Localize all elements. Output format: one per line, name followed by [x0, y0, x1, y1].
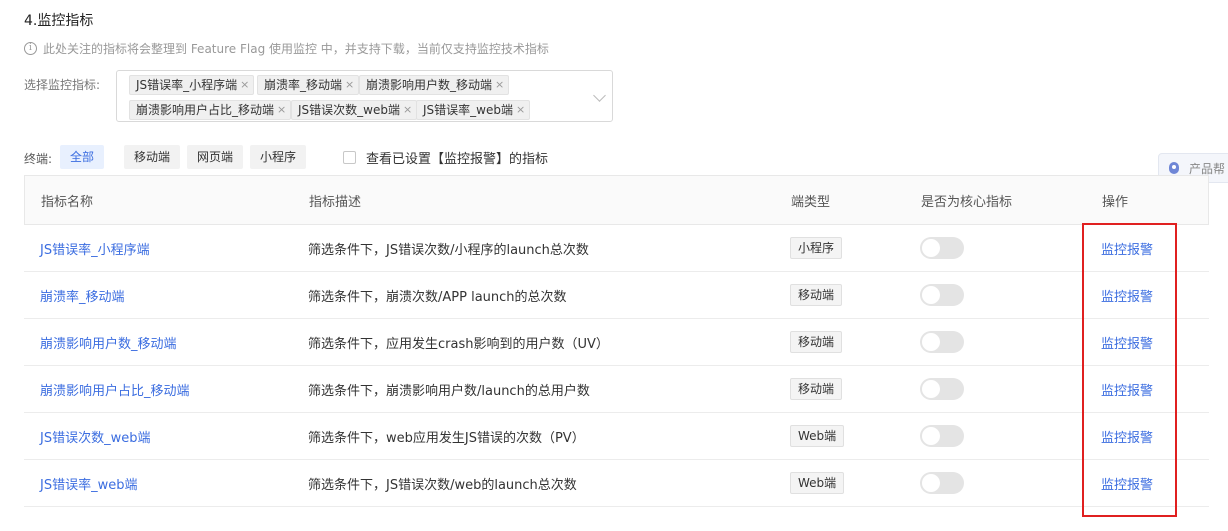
close-icon[interactable]: ×	[516, 100, 525, 120]
platform-badge: 移动端	[790, 331, 843, 353]
core-metric-toggle[interactable]	[920, 284, 964, 306]
core-metric-toggle[interactable]	[920, 425, 964, 447]
table-row: 崩溃影响用户数_移动端 筛选条件下，应用发生crash影响到的用户数（UV） 移…	[24, 319, 1209, 366]
table-row: 崩溃影响用户占比_移动端 筛选条件下，崩溃影响用户数/launch的总用户数 移…	[24, 366, 1209, 413]
platform-badge: 移动端	[790, 284, 843, 306]
core-metric-toggle[interactable]	[920, 237, 964, 259]
core-metric-toggle[interactable]	[920, 331, 964, 353]
close-icon[interactable]: ×	[240, 75, 249, 95]
core-metric-toggle[interactable]	[920, 378, 964, 400]
monitor-alarm-link[interactable]: 监控报警	[1101, 474, 1153, 493]
metric-desc: 筛选条件下，web应用发生JS错误的次数（PV）	[308, 430, 585, 446]
checkbox[interactable]	[343, 151, 356, 164]
header-metric-desc: 指标描述	[309, 194, 362, 210]
platform-badge: 移动端	[790, 378, 843, 400]
metric-name-link[interactable]: JS错误率_web端	[40, 474, 137, 493]
table-row: 崩溃率_移动端 筛选条件下，崩溃次数/APP launch的总次数 移动端 监控…	[24, 272, 1209, 319]
chevron-down-icon[interactable]	[593, 89, 606, 102]
close-icon[interactable]: ×	[277, 100, 286, 120]
alarm-filter-checkbox[interactable]: 查看已设置【监控报警】的指标	[343, 148, 548, 167]
metric-tag: JS错误率_小程序端 ×	[129, 75, 255, 95]
monitor-alarm-link[interactable]: 监控报警	[1101, 427, 1153, 446]
monitor-alarm-link[interactable]: 监控报警	[1101, 333, 1153, 352]
metric-select-label: 选择监控指标:	[24, 78, 101, 92]
metric-name-link[interactable]: 崩溃率_移动端	[40, 286, 125, 305]
product-help-label: 产品帮	[1189, 161, 1226, 176]
header-actions: 操作	[1102, 194, 1129, 210]
metric-tag: JS错误次数_web端 ×	[291, 100, 418, 120]
core-metric-toggle[interactable]	[920, 472, 964, 494]
metric-tag: JS错误率_web端 ×	[416, 100, 531, 120]
platform-badge: 小程序	[790, 237, 843, 259]
header-is-core: 是否为核心指标	[921, 194, 1013, 210]
metric-name-link[interactable]: 崩溃影响用户占比_移动端	[40, 380, 190, 399]
filter-all-button[interactable]: 全部	[60, 145, 105, 169]
metric-desc: 筛选条件下，崩溃次数/APP launch的总次数	[308, 289, 567, 305]
table-row: JS错误次数_web端 筛选条件下，web应用发生JS错误的次数（PV） Web…	[24, 413, 1209, 460]
metric-name-link[interactable]: 崩溃影响用户数_移动端	[40, 333, 177, 352]
filter-web-button[interactable]: 网页端	[187, 145, 244, 169]
monitor-alarm-link[interactable]: 监控报警	[1101, 286, 1153, 305]
filter-miniprogram-button[interactable]: 小程序	[250, 145, 307, 169]
metric-desc: 筛选条件下，JS错误次数/web的launch总次数	[308, 477, 577, 493]
header-metric-name: 指标名称	[41, 194, 94, 210]
platform-badge: Web端	[790, 425, 845, 447]
close-icon[interactable]: ×	[345, 75, 354, 95]
help-icon	[1169, 162, 1179, 174]
section-title: 4.监控指标	[24, 13, 94, 29]
monitor-alarm-link[interactable]: 监控报警	[1101, 380, 1153, 399]
close-icon[interactable]: ×	[403, 100, 412, 120]
platform-badge: Web端	[790, 472, 845, 494]
metrics-table: 指标名称 指标描述 端类型 是否为核心指标 操作 JS错误率_小程序端 筛选条件…	[24, 175, 1209, 507]
table-row: JS错误率_小程序端 筛选条件下，JS错误次数/小程序的launch总次数 小程…	[24, 225, 1209, 272]
info-icon: i	[24, 42, 37, 55]
metric-multiselect[interactable]: JS错误率_小程序端 × 崩溃率_移动端 × 崩溃影响用户数_移动端 × 崩溃影响用户…	[116, 70, 613, 122]
metric-name-link[interactable]: JS错误次数_web端	[40, 427, 150, 446]
metric-tag: 崩溃率_移动端 ×	[257, 75, 360, 95]
metric-tag: 崩溃影响用户数_移动端 ×	[359, 75, 510, 95]
filter-mobile-button[interactable]: 移动端	[124, 145, 181, 169]
metric-desc: 筛选条件下，崩溃影响用户数/launch的总用户数	[308, 383, 590, 399]
table-header: 指标名称 指标描述 端类型 是否为核心指标 操作	[24, 175, 1209, 225]
metric-desc: 筛选条件下，JS错误次数/小程序的launch总次数	[308, 242, 589, 258]
alarm-filter-label: 查看已设置【监控报警】的指标	[366, 152, 549, 167]
metric-desc: 筛选条件下，应用发生crash影响到的用户数（UV）	[308, 336, 609, 352]
section-tip-text: 此处关注的指标将会整理到 Feature Flag 使用监控 中，并支持下载，当…	[43, 42, 549, 56]
header-platform-type: 端类型	[791, 194, 831, 210]
monitor-alarm-link[interactable]: 监控报警	[1101, 239, 1153, 258]
section-tip: i 此处关注的指标将会整理到 Feature Flag 使用监控 中，并支持下载…	[24, 40, 549, 57]
metric-tag: 崩溃影响用户占比_移动端 ×	[129, 100, 292, 120]
metric-name-link[interactable]: JS错误率_小程序端	[40, 239, 150, 258]
terminal-filter-label: 终端:	[24, 152, 53, 166]
close-icon[interactable]: ×	[495, 75, 504, 95]
table-row: JS错误率_web端 筛选条件下，JS错误次数/web的launch总次数 We…	[24, 460, 1209, 507]
